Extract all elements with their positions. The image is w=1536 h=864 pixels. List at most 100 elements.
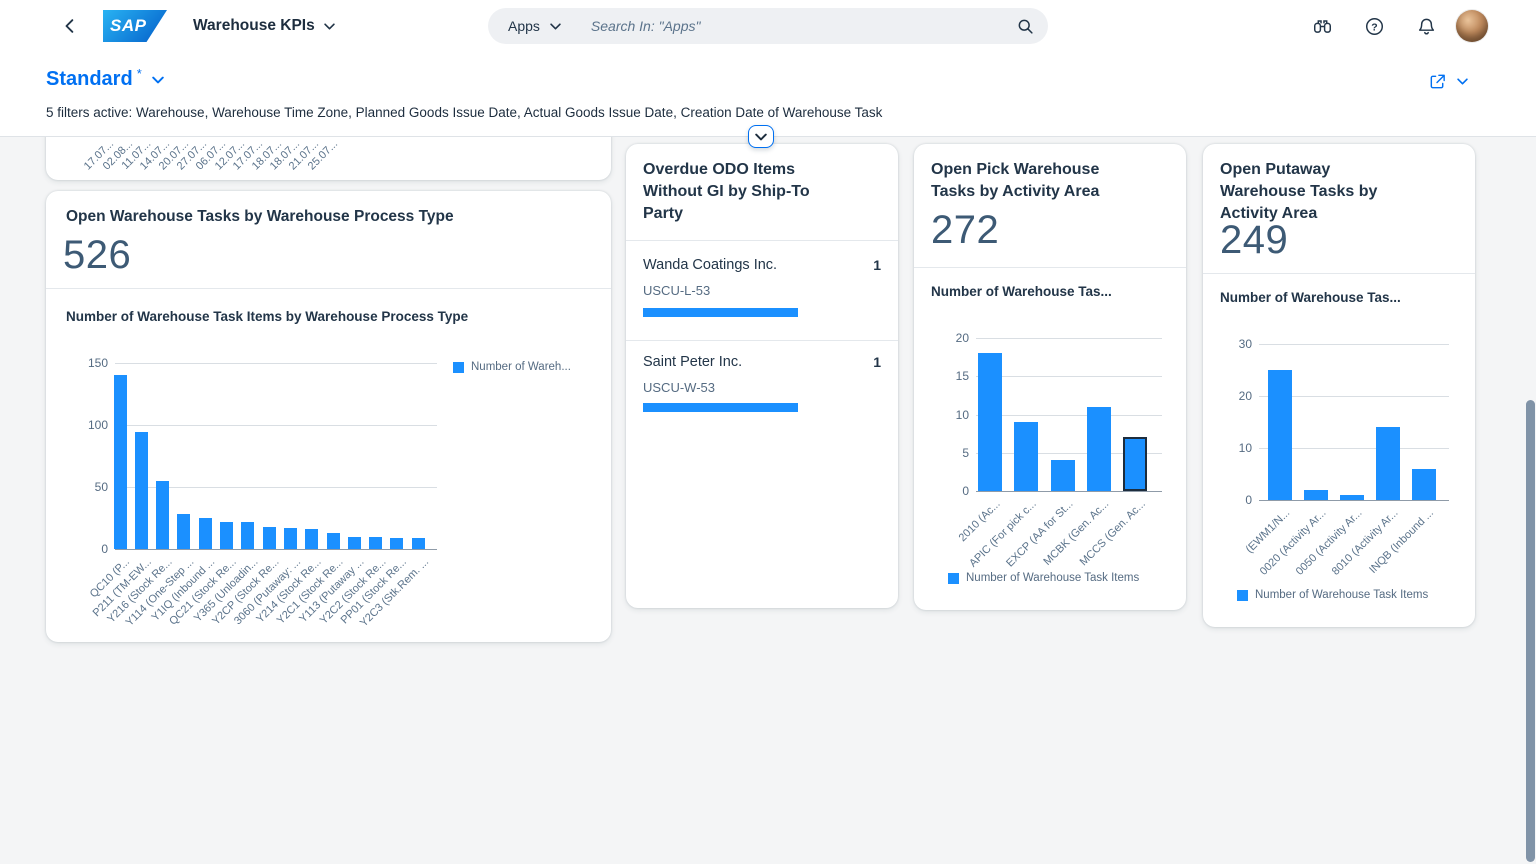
item-value-bar — [643, 308, 798, 317]
x-axis-tick-label: INQB (Inbound ... — [1367, 507, 1437, 577]
party-name: Wanda Coatings Inc. — [643, 257, 778, 273]
variant-selector[interactable]: Standard * — [46, 66, 164, 91]
help-button[interactable]: ? — [1362, 14, 1386, 38]
chart-bar[interactable] — [1050, 460, 1075, 491]
back-button[interactable] — [58, 14, 82, 38]
variant-modified-marker: * — [136, 66, 142, 81]
chart-bar[interactable] — [1123, 437, 1148, 491]
search-scope-select[interactable]: Apps — [502, 18, 567, 34]
gridline — [1259, 344, 1449, 345]
shell-search[interactable]: Apps — [488, 8, 1048, 44]
card-title: Overdue ODO Items Without GI by Ship-To … — [643, 161, 810, 222]
chart-bar[interactable] — [326, 532, 340, 549]
legend-color-swatch — [1237, 589, 1248, 601]
chart-legend: Number of Warehouse Task Items — [1237, 589, 1428, 601]
item-value: 1 — [873, 354, 881, 370]
gridline — [1259, 500, 1449, 501]
y-axis-tick-label: 150 — [87, 356, 108, 370]
y-axis-tick-label: 10 — [1238, 441, 1252, 455]
chart-bar[interactable] — [1376, 427, 1400, 500]
variant-title: Standard — [46, 68, 133, 90]
search-scope-label: Apps — [508, 18, 540, 34]
chart-bar[interactable] — [241, 521, 255, 549]
card-overdue-odo-items[interactable]: Overdue ODO Items Without GI by Ship-To … — [626, 144, 898, 608]
y-axis-tick-label: 20 — [1238, 389, 1252, 403]
binoculars-icon — [1313, 19, 1331, 33]
item-value: 1 — [873, 257, 881, 273]
y-axis-tick-label: 50 — [94, 480, 108, 494]
chart-bar[interactable] — [369, 536, 383, 549]
chart-bar[interactable] — [305, 529, 319, 549]
x-axis-tick-label: EXCP (AA for St... — [1003, 498, 1076, 570]
divider — [626, 240, 898, 241]
x-axis-tick-label: 0020 (Activity Ar... — [1257, 507, 1329, 578]
card-open-warehouse-tasks-by-process-type[interactable]: Open Warehouse Tasks by Warehouse Proces… — [46, 191, 611, 642]
party-id: USCU-W-53 — [643, 380, 715, 395]
y-axis-tick-label: 20 — [955, 331, 969, 345]
legend-color-swatch — [453, 361, 464, 373]
help-icon: ? — [1365, 17, 1383, 35]
sap-logo[interactable]: SAP — [103, 10, 167, 42]
share-icon — [1430, 74, 1445, 89]
chart-bar[interactable] — [134, 432, 148, 549]
chart-bar[interactable] — [390, 537, 404, 549]
process-type-bar-chart: 0 50 100 150 QC10 (P... P211 (TM-EW... Y216 (S… — [46, 191, 611, 642]
chart-bar[interactable] — [978, 353, 1002, 491]
gridline — [115, 363, 437, 364]
search-input[interactable] — [590, 18, 1017, 34]
chart-bar[interactable] — [411, 537, 425, 549]
chart-bar[interactable] — [283, 527, 297, 549]
chart-bar[interactable] — [177, 514, 191, 549]
active-filters-summary: 5 filters active: Warehouse, Warehouse T… — [46, 105, 883, 120]
y-axis-tick-label: 0 — [101, 542, 108, 556]
x-axis-tick-label: 8010 (Activity Ar... — [1329, 507, 1401, 578]
legend-color-swatch — [948, 572, 959, 584]
notifications-button[interactable] — [1414, 14, 1438, 38]
chart-legend: Number of Wareh... — [453, 361, 571, 373]
svg-text:?: ? — [1371, 21, 1377, 33]
gridline — [976, 491, 1162, 492]
back-icon — [65, 19, 74, 33]
vertical-scrollbar[interactable] — [1526, 400, 1535, 862]
bell-icon — [1418, 18, 1434, 34]
x-axis-tick-label: MCCS (Gen. Ac... — [1077, 498, 1148, 569]
product-switch-button[interactable] — [1310, 14, 1334, 38]
x-axis-tick-label: 0050 (Activity Ar... — [1293, 507, 1365, 578]
chart-bar[interactable] — [156, 480, 170, 549]
card-open-pick-tasks[interactable]: Open Pick Warehouse Tasks by Activity Ar… — [914, 144, 1186, 610]
y-axis-tick-label: 15 — [955, 369, 969, 384]
chevron-down-icon — [151, 76, 164, 84]
chart-bar[interactable] — [1412, 468, 1436, 500]
gridline — [115, 425, 437, 426]
chart-bar[interactable] — [1014, 422, 1039, 491]
chart-bar[interactable] — [220, 521, 233, 549]
chevron-down-icon — [755, 133, 767, 140]
chevron-down-icon — [550, 22, 561, 30]
chart-bar[interactable] — [1340, 494, 1364, 500]
chart-bar[interactable] — [198, 518, 212, 549]
legend-label: Number of Wareh... — [471, 361, 571, 373]
expand-header-button[interactable] — [748, 125, 774, 148]
variant-row: Standard * 5 filters active: Warehouse, … — [0, 52, 1536, 137]
topbar: SAP Warehouse KPIs Apps ? — [0, 0, 1536, 52]
gridline — [115, 549, 437, 550]
x-axis-tick-label: APIC (For pick c... — [967, 498, 1039, 570]
chart-bar[interactable] — [1086, 406, 1111, 492]
y-axis-tick-label: 5 — [962, 445, 969, 460]
chart-bar[interactable] — [113, 375, 127, 549]
chart-bar[interactable] — [1268, 370, 1292, 500]
chart-bar[interactable] — [347, 536, 361, 549]
card-open-putaway-tasks[interactable]: Open Putaway Warehouse Tasks by Activity… — [1203, 144, 1475, 627]
chevron-down-icon — [324, 22, 335, 30]
sap-logo-text: SAP — [110, 16, 147, 35]
share-menu-button[interactable] — [1428, 72, 1468, 91]
chart-bar[interactable] — [262, 526, 276, 549]
chart-bar[interactable] — [1304, 489, 1328, 500]
search-icon[interactable] — [1017, 18, 1034, 35]
y-axis-tick-label: 10 — [955, 407, 969, 422]
user-avatar[interactable] — [1456, 10, 1488, 42]
gridline — [976, 414, 1162, 416]
app-title-menu[interactable]: Warehouse KPIs — [193, 0, 335, 52]
y-axis-tick-label: 0 — [962, 484, 969, 498]
legend-label: Number of Warehouse Task Items — [966, 572, 1140, 584]
